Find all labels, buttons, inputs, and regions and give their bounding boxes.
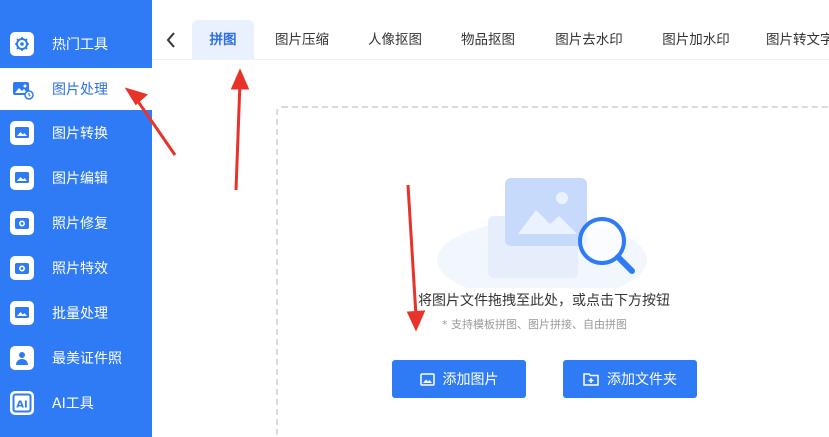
add-image-label: 添加图片 <box>442 372 499 388</box>
tab-image-compress[interactable]: 图片压缩 <box>264 20 340 60</box>
chevron-left-icon <box>166 32 175 48</box>
tab-portrait-cutout[interactable]: 人像抠图 <box>357 20 433 60</box>
add-folder-button[interactable]: 添加文件夹 <box>563 360 697 398</box>
tab-puzzle[interactable]: 拼图 <box>192 20 254 60</box>
id-photo-icon <box>10 346 34 370</box>
tab-add-watermark[interactable]: 图片加水印 <box>651 20 741 60</box>
image-edit-icon <box>10 166 34 190</box>
tab-object-cutout[interactable]: 物品抠图 <box>450 20 526 60</box>
sidebar-item-id-photo[interactable]: 最美证件照 <box>0 337 152 379</box>
photo-repair-icon <box>10 211 34 235</box>
sidebar-item-label: 图片转换 <box>52 126 108 142</box>
drop-zone-subtitle: * 支持模板拼图、图片拼接、自由拼图 <box>442 318 627 331</box>
tab-remove-watermark[interactable]: 图片去水印 <box>544 20 634 60</box>
sidebar-item-batch-process[interactable]: 批量处理 <box>0 292 152 334</box>
sidebar-item-label: 图片编辑 <box>52 171 108 187</box>
sidebar-item-label: 照片特效 <box>52 261 108 277</box>
folder-plus-icon <box>583 373 599 386</box>
sidebar-item-label: 最美证件照 <box>52 351 122 367</box>
upload-illustration-icon <box>437 178 647 288</box>
back-button[interactable] <box>160 26 182 54</box>
sidebar-item-label: 图片处理 <box>52 82 108 98</box>
sidebar-item-hot-tools[interactable]: 热门工具 <box>0 23 152 65</box>
image-process-icon <box>10 77 34 101</box>
sidebar: 热门工具 图片处理 图片转换 图片编辑 照片修复 照片特效 批量处理 最美证件照… <box>0 0 152 437</box>
sidebar-item-image-edit[interactable]: 图片编辑 <box>0 157 152 199</box>
photo-effect-icon <box>10 256 34 280</box>
drop-zone-title: 将图片文件拖拽至此处，或点击下方按钮 <box>418 293 670 309</box>
sidebar-item-label: 照片修复 <box>52 216 108 232</box>
annotation-arrowhead-tab <box>230 68 250 90</box>
tab-bar: 拼图 图片压缩 人像抠图 物品抠图 图片去水印 图片加水印 图片转文字 <box>152 0 829 60</box>
sidebar-item-label: AI工具 <box>52 396 94 412</box>
sidebar-item-label: 热门工具 <box>52 37 108 53</box>
sidebar-item-photo-repair[interactable]: 照片修复 <box>0 202 152 244</box>
sidebar-item-image-convert[interactable]: 图片转换 <box>0 112 152 154</box>
gear-tools-icon <box>10 32 34 56</box>
sidebar-item-photo-effect[interactable]: 照片特效 <box>0 247 152 289</box>
tab-image-to-text[interactable]: 图片转文字 <box>758 20 829 60</box>
sidebar-item-ai-tools[interactable]: AI AI工具 <box>0 382 152 424</box>
image-convert-icon <box>10 121 34 145</box>
image-icon <box>419 372 435 386</box>
batch-process-icon <box>10 301 34 325</box>
svg-text:AI: AI <box>16 400 27 411</box>
annotation-arrow-tab <box>234 81 242 191</box>
ai-tools-icon: AI <box>10 391 34 415</box>
add-folder-label: 添加文件夹 <box>607 372 677 388</box>
add-image-button[interactable]: 添加图片 <box>392 360 526 398</box>
sidebar-item-label: 批量处理 <box>52 306 108 322</box>
sidebar-item-image-process[interactable]: 图片处理 <box>0 68 152 110</box>
